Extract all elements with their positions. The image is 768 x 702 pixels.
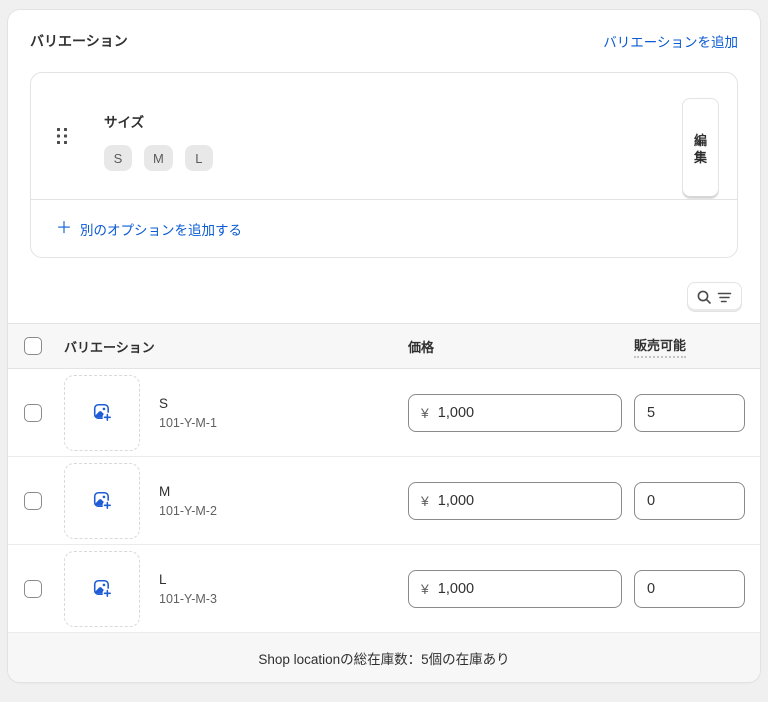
table-header: バリエーション 価格 販売可能 [8, 323, 760, 369]
variant-sku: 101-Y-M-2 [159, 503, 217, 518]
variant-info: L 101-Y-M-3 [159, 572, 408, 606]
available-tooltip-trigger[interactable]: 販売可能 [634, 335, 687, 358]
option-content: サイズ S M L [104, 93, 682, 199]
variant-name: M [159, 483, 171, 499]
option-box: サイズ S M L 編集 ＋ 別のオプションを追加する [30, 72, 738, 258]
price-input[interactable] [437, 492, 609, 509]
column-header-variant: バリエーション [64, 339, 155, 355]
option-name: サイズ [104, 115, 145, 130]
variant-sku: 101-Y-M-3 [159, 591, 217, 606]
column-header-available: 販売可能 [634, 335, 745, 358]
option-value-chip: M [144, 145, 173, 171]
add-image-dropzone[interactable] [64, 550, 140, 627]
inventory-summary: Shop locationの総在庫数：5個の在庫あり [8, 633, 760, 682]
row-checkbox[interactable] [24, 403, 42, 422]
search-icon [697, 290, 711, 304]
plus-icon: ＋ [56, 219, 73, 237]
available-input[interactable] [634, 481, 745, 520]
price-field: ¥ [408, 569, 622, 608]
table-row: L 101-Y-M-3 ¥ [8, 545, 760, 633]
image-add-icon [93, 491, 112, 511]
price-field: ¥ [408, 481, 622, 520]
currency-prefix: ¥ [421, 580, 429, 597]
option-values: S M L [104, 145, 682, 171]
drag-handle-icon[interactable] [56, 127, 68, 145]
card-title: バリエーション [30, 33, 128, 49]
currency-prefix: ¥ [421, 404, 429, 421]
option-value-chip: S [104, 145, 132, 171]
currency-prefix: ¥ [421, 492, 429, 509]
add-image-dropzone[interactable] [64, 374, 140, 451]
variant-info: S 101-Y-M-1 [159, 396, 408, 430]
row-checkbox[interactable] [24, 491, 42, 510]
add-image-dropzone[interactable] [64, 462, 140, 539]
available-input[interactable] [634, 393, 745, 432]
price-field: ¥ [408, 393, 622, 432]
select-all-checkbox[interactable] [24, 337, 42, 355]
table-row: S 101-Y-M-1 ¥ [8, 369, 760, 457]
price-input[interactable] [437, 404, 609, 421]
filter-icon [717, 292, 732, 302]
image-add-icon [93, 403, 112, 423]
variant-name: S [159, 395, 169, 411]
image-add-icon [93, 579, 112, 599]
table-row: M 101-Y-M-2 ¥ [8, 457, 760, 545]
variant-info: M 101-Y-M-2 [159, 484, 408, 518]
price-input[interactable] [437, 580, 609, 597]
option-row: サイズ S M L 編集 [31, 73, 737, 200]
row-checkbox[interactable] [24, 579, 42, 598]
variants-card: バリエーション バリエーションを追加 サイズ S M L 編集 ＋ 別のオプショ… [8, 10, 760, 682]
variant-sku: 101-Y-M-1 [159, 415, 217, 430]
card-header: バリエーション バリエーションを追加 [8, 10, 760, 72]
variant-name: L [159, 571, 167, 587]
add-another-option-link[interactable]: ＋ 別のオプションを追加する [56, 219, 242, 239]
option-value-chip: L [184, 145, 213, 171]
add-option-row: ＋ 別のオプションを追加する [31, 200, 737, 257]
available-input[interactable] [634, 569, 745, 608]
edit-option-button[interactable]: 編集 [682, 98, 719, 199]
column-header-price: 価格 [408, 339, 435, 355]
filter-row [8, 282, 742, 312]
add-variant-link[interactable]: バリエーションを追加 [603, 31, 738, 51]
search-filter-button[interactable] [687, 282, 742, 312]
add-another-option-label: 別のオプションを追加する [80, 222, 243, 238]
